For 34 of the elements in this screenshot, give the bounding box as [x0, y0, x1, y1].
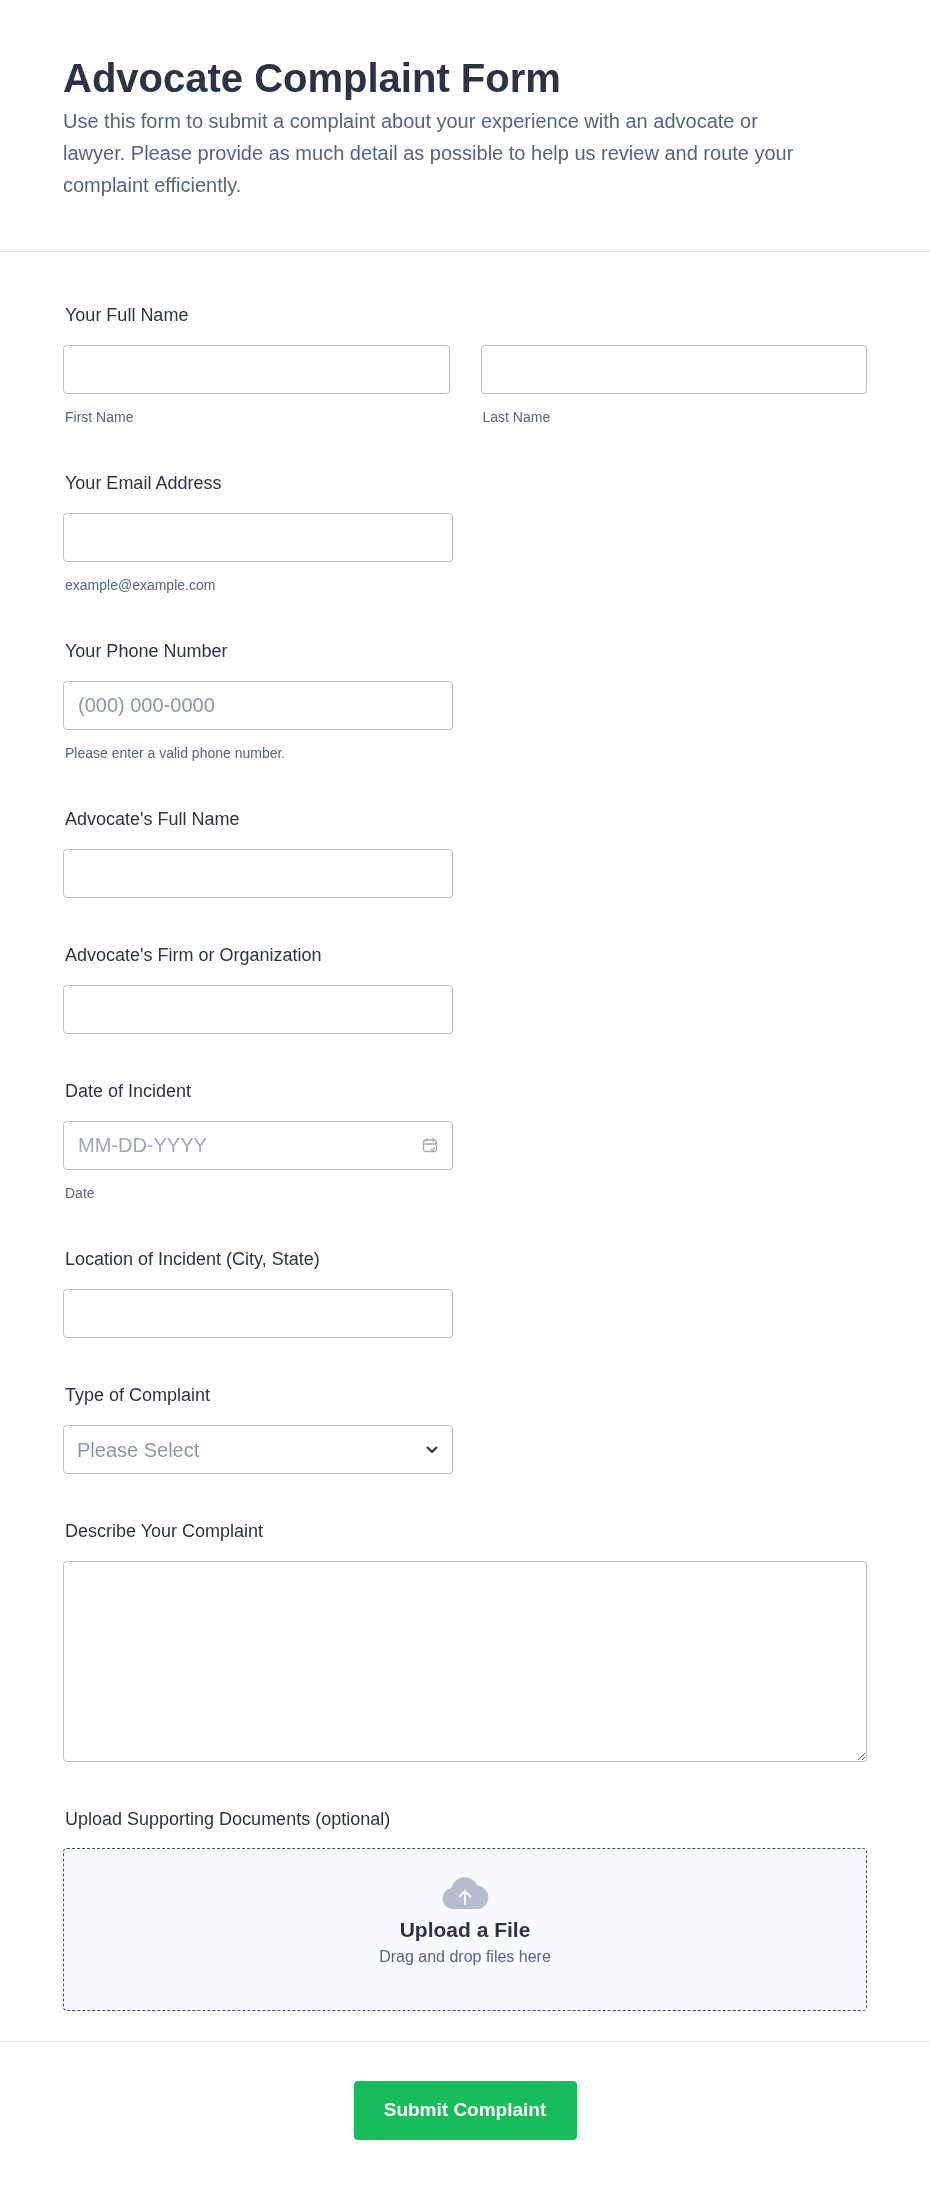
field-label: Type of Complaint: [64, 1384, 212, 1407]
field-label: Describe Your Complaint: [64, 1520, 265, 1543]
text-field[interactable]: (000) 000-0000: [63, 681, 453, 730]
file-dropzone[interactable]: Upload a File Drag and drop files here: [63, 1848, 867, 2011]
text-field[interactable]: [63, 985, 453, 1034]
field-label: Advocate's Firm or Organization: [64, 944, 323, 967]
field-hint: Please enter a valid phone number.: [64, 744, 287, 762]
text-field[interactable]: [63, 849, 453, 898]
upload-title: Upload a File: [399, 1917, 531, 1943]
field-label: Your Email Address: [64, 472, 223, 495]
field-hint: Date: [64, 1184, 96, 1202]
field-label: Date of Incident: [64, 1080, 193, 1103]
date-field[interactable]: MM-DD-YYYY: [63, 1121, 453, 1170]
text-field[interactable]: [63, 513, 453, 562]
chevron-down-icon: [426, 1445, 438, 1454]
field-hint: example@example.com: [64, 576, 217, 594]
upload-hint: Drag and drop files here: [379, 1947, 551, 1967]
submit-button[interactable]: Submit Complaint: [353, 2081, 577, 2140]
field-label: Upload Supporting Documents (optional): [64, 1808, 392, 1831]
field-label: Location of Incident (City, State): [64, 1248, 321, 1271]
cloud-upload-icon: [441, 1876, 489, 1910]
field-label: Your Full Name: [64, 304, 190, 327]
text-area[interactable]: [63, 1561, 867, 1762]
form-title: Advocate Complaint Form: [63, 55, 562, 102]
field-hint: First Name: [64, 408, 135, 426]
text-field[interactable]: [63, 345, 450, 394]
text-field[interactable]: [63, 1289, 453, 1338]
field-hint: Last Name: [481, 408, 552, 426]
dropdown-select[interactable]: Please Select: [63, 1425, 453, 1474]
field-label: Advocate's Full Name: [64, 808, 241, 831]
form-description: Use this form to submit a complaint about your experience with an advocate or lawyer. Please provide as much detail as possible to help us review and route your complaint efficiently.: [63, 109, 795, 198]
field-label: Your Phone Number: [64, 640, 229, 663]
calendar-icon: [422, 1137, 438, 1153]
text-field[interactable]: [480, 345, 867, 394]
